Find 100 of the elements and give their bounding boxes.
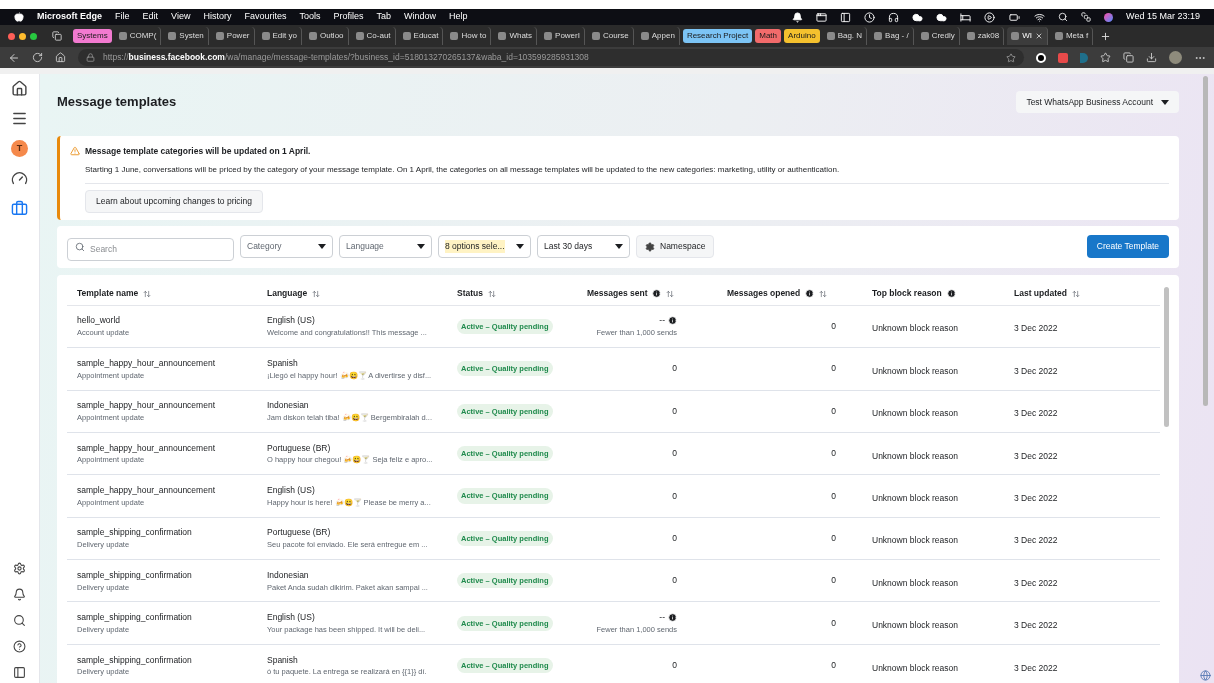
bed-icon[interactable] xyxy=(960,11,972,23)
battery-icon[interactable] xyxy=(1008,11,1022,23)
bell-icon[interactable] xyxy=(792,11,804,23)
home-icon[interactable] xyxy=(11,80,28,97)
tab-actions-icon[interactable] xyxy=(52,31,62,41)
window-icon[interactable] xyxy=(816,11,828,23)
browser-tab[interactable]: Co-aut xyxy=(351,27,396,45)
help-icon[interactable] xyxy=(13,640,26,653)
pricing-link-button[interactable]: Learn about upcoming changes to pricing xyxy=(85,189,263,213)
avatar[interactable]: T xyxy=(11,140,28,157)
close-icon[interactable] xyxy=(1034,32,1043,40)
info-icon[interactable] xyxy=(668,613,677,623)
app-name[interactable]: Microsoft Edge xyxy=(37,10,102,24)
panel-icon[interactable] xyxy=(13,666,26,679)
briefcase-icon[interactable] xyxy=(11,200,28,217)
column-header[interactable]: Template name xyxy=(77,287,139,301)
browser-tab[interactable]: COMP( xyxy=(114,27,162,45)
account-dropdown[interactable]: Test WhatsApp Business Account xyxy=(1016,91,1179,113)
filter-dropdown[interactable]: Category xyxy=(240,235,333,259)
search-icon[interactable] xyxy=(13,614,26,627)
cloud-icon[interactable] xyxy=(936,11,948,23)
browser-tab[interactable]: Whats xyxy=(494,27,538,45)
browser-tab[interactable]: zak08 xyxy=(962,27,1005,45)
clock-icon[interactable] xyxy=(864,11,876,23)
globe-icon[interactable] xyxy=(1199,670,1211,681)
tab-title: Meta f xyxy=(1065,30,1089,42)
tab-group-chip[interactable]: Systems xyxy=(73,29,112,43)
browser-tab[interactable]: Appen xyxy=(636,27,680,45)
column-header[interactable]: Messages opened xyxy=(727,287,801,301)
browser-tab[interactable]: WI xyxy=(1007,27,1048,45)
filter-dropdown[interactable]: 8 options sele... xyxy=(438,235,531,259)
cloud-icon[interactable] xyxy=(912,11,924,23)
info-icon[interactable] xyxy=(805,289,815,299)
column-header[interactable]: Messages sent xyxy=(587,287,648,301)
play-icon[interactable] xyxy=(984,11,996,23)
sort-icon[interactable] xyxy=(488,289,496,298)
browser-tab[interactable]: Power xyxy=(211,27,255,45)
browser-tab[interactable]: Credly xyxy=(916,27,960,45)
settings-icon[interactable] xyxy=(13,562,26,575)
clock-text[interactable]: Wed 15 Mar 23:19 xyxy=(1126,10,1200,24)
download-icon[interactable] xyxy=(1146,52,1157,63)
menu-item[interactable]: Tools xyxy=(299,10,321,24)
menu-item[interactable]: Tab xyxy=(376,10,391,24)
gauge-icon[interactable] xyxy=(11,170,28,187)
siri-icon[interactable] xyxy=(1104,12,1114,22)
sort-icon[interactable] xyxy=(666,289,675,298)
filter-dropdown[interactable]: Last 30 days xyxy=(537,235,630,259)
bell-icon[interactable] xyxy=(13,588,26,601)
browser-tab[interactable]: Course xyxy=(587,27,634,45)
column-header[interactable]: Status xyxy=(457,287,483,301)
menu-item[interactable]: Help xyxy=(449,10,468,24)
column-header[interactable]: Language xyxy=(267,287,308,301)
column-header[interactable]: Top block reason xyxy=(872,287,942,301)
browser-tab[interactable]: Systen xyxy=(164,27,209,45)
tab-group-chip[interactable]: Arduino xyxy=(784,29,820,43)
browser-tab[interactable]: Meta f xyxy=(1050,27,1094,45)
menu-item[interactable]: Window xyxy=(404,10,436,24)
browser-tab[interactable]: How to xyxy=(446,27,492,45)
table-scrollbar[interactable] xyxy=(1164,286,1169,427)
browser-tab[interactable]: Edit yo xyxy=(257,27,302,45)
browser-tab[interactable]: PowerI xyxy=(540,27,585,45)
menu-item[interactable]: Profiles xyxy=(333,10,364,24)
tab-group-chip[interactable]: Math xyxy=(755,29,782,43)
menu-item[interactable]: Favourites xyxy=(244,10,287,24)
create-template-button[interactable]: Create Template xyxy=(1086,235,1169,259)
reload-icon[interactable] xyxy=(32,52,43,63)
browser-tab[interactable]: Bag - / xyxy=(870,27,914,45)
extension-icon[interactable] xyxy=(1036,52,1046,63)
info-icon[interactable] xyxy=(668,316,677,326)
search-field[interactable]: Search xyxy=(67,237,234,261)
wifi-icon[interactable] xyxy=(1034,11,1046,23)
filter-dropdown[interactable]: Language xyxy=(339,235,432,259)
search-icon[interactable] xyxy=(1058,12,1069,22)
browser-tab[interactable]: Educat xyxy=(398,27,444,45)
sort-icon[interactable] xyxy=(312,289,321,298)
back-icon[interactable] xyxy=(8,51,20,64)
page-scrollbar[interactable] xyxy=(1202,76,1208,406)
address-field[interactable]: https://business.facebook.com/wa/manage/message-templates/?business_id=518013270265137&waba_id=103599285931308 xyxy=(78,49,1024,66)
info-icon[interactable] xyxy=(946,289,956,299)
menu-item[interactable]: History xyxy=(203,10,232,24)
tab-group-chip[interactable]: Research Project xyxy=(682,29,753,43)
menu-icon[interactable] xyxy=(11,110,28,127)
headphones-icon[interactable] xyxy=(888,11,900,23)
browser-tab[interactable]: Bag. N xyxy=(822,27,868,45)
collections-icon[interactable] xyxy=(1123,52,1134,63)
menu-item[interactable]: File xyxy=(115,10,130,24)
menu-item[interactable]: View xyxy=(171,10,191,24)
info-icon[interactable] xyxy=(652,289,662,299)
profile-avatar[interactable] xyxy=(1169,51,1182,64)
favourite-icon[interactable] xyxy=(1006,52,1016,63)
namespace-button[interactable]: Namespace xyxy=(636,235,715,259)
new-tab-icon[interactable] xyxy=(1100,30,1112,42)
sort-icon[interactable] xyxy=(143,289,152,298)
apple-icon[interactable] xyxy=(14,12,24,22)
sort-icon[interactable] xyxy=(819,289,828,298)
column-header[interactable]: Last updated xyxy=(1014,287,1067,301)
favourites-icon[interactable] xyxy=(1100,52,1111,63)
menu-item[interactable]: Edit xyxy=(142,10,159,24)
sort-icon[interactable] xyxy=(1071,289,1080,298)
browser-tab[interactable]: Outloo xyxy=(304,27,349,45)
